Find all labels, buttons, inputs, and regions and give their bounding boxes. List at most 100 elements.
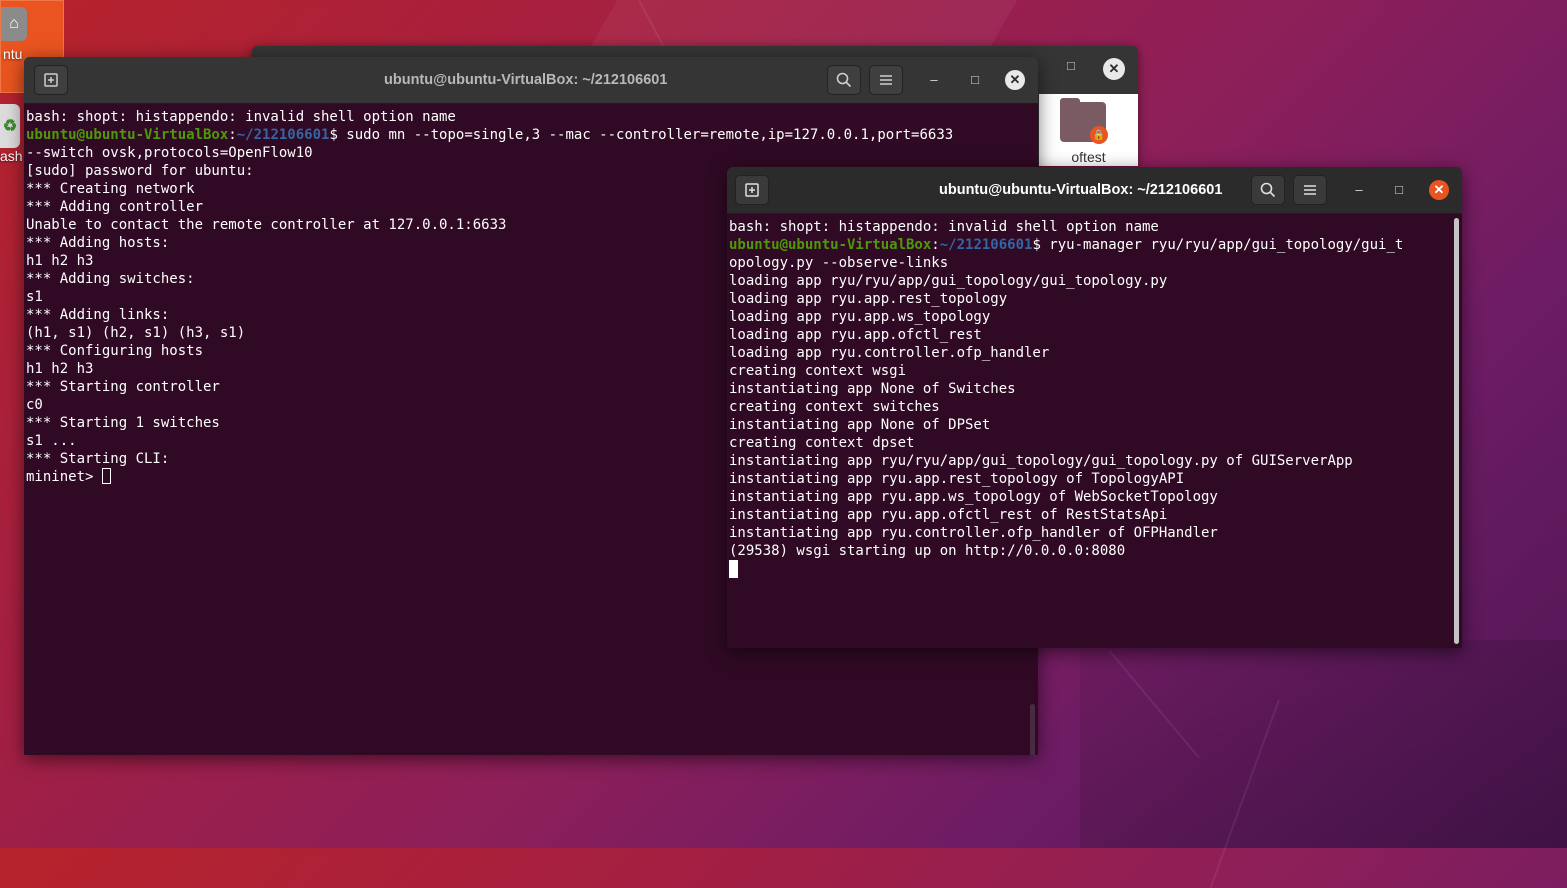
close-icon[interactable]: ✕ [1429,180,1449,200]
menu-button[interactable] [869,65,903,95]
output-text: creating context switches [729,399,940,415]
command-text: $ ryu-manager ryu/ryu/app/gui_topology/g… [1032,237,1404,253]
new-tab-button[interactable] [735,175,769,205]
output-text: creating context wsgi [729,363,907,379]
terminal-line: (29538) wsgi starting up on http://0.0.0… [729,542,1403,560]
output-text: *** Creating network [26,181,195,197]
output-text: (29538) wsgi starting up on http://0.0.0… [729,543,1126,559]
output-text: c0 [26,397,43,413]
output-text: loading app ryu.app.ofctl_rest [729,327,982,343]
output-text: instantiating app ryu.controller.ofp_han… [729,525,1218,541]
background-window-close-icon[interactable]: ✕ [1103,58,1125,80]
terminal-line: instantiating app ryu.app.ws_topology of… [729,488,1403,506]
output-text: loading app ryu.app.ws_topology [729,309,991,325]
output-text: bash: shopt: histappendo: invalid shell … [26,109,456,125]
maximize-icon[interactable]: □ [965,70,985,90]
terminal-line: loading app ryu.app.ws_topology [729,308,1403,326]
terminal-line: ubuntu@ubuntu-VirtualBox:~/212106601$ su… [26,127,954,143]
output-text: [sudo] password for ubuntu: [26,163,254,179]
terminal-line: creating context wsgi [729,362,1403,380]
output-text: *** Starting CLI: [26,451,170,467]
home-folder-icon: ⌂ [1,7,27,41]
output-text: *** Adding switches: [26,271,195,287]
scrollbar[interactable] [1030,704,1035,755]
close-icon[interactable]: ✕ [1005,70,1025,90]
terminal-line: loading app ryu.controller.ofp_handler [729,344,1403,362]
terminal-line: bash: shopt: histappendo: invalid shell … [26,108,953,126]
output-text: instantiating app ryu.app.ofctl_rest of … [729,507,1168,523]
window-title: ubuntu@ubuntu-VirtualBox: ~/212106601 [939,182,1223,198]
command-text: $ sudo mn --topo=single,3 --mac --contro… [329,127,954,143]
terminal-line: loading app ryu.app.ofctl_rest [729,326,1403,344]
terminal-line: instantiating app None of DPSet [729,416,1403,434]
output-text: instantiating app ryu.app.rest_topology … [729,471,1185,487]
terminal-line: creating context dpset [729,434,1403,452]
folder-label[interactable]: oftest [1039,149,1138,165]
desktop-trash-item[interactable]: ♻ ash [0,100,24,170]
desktop-home-label: ntu [3,46,23,62]
terminal-line: --switch ovsk,protocols=OpenFlow10 [26,144,953,162]
prompt-user: ubuntu@ubuntu-VirtualBox [26,127,229,143]
output-text: s1 ... [26,433,77,449]
terminal-line: ubuntu@ubuntu-VirtualBox:~/212106601$ ry… [729,237,1404,253]
output-text: Unable to contact the remote controller … [26,217,507,233]
terminal-window-ryu[interactable]: ubuntu@ubuntu-VirtualBox: ~/212106601 – … [727,167,1462,648]
locked-folder-icon: 🔒 [1060,98,1108,144]
terminal-output[interactable]: bash: shopt: histappendo: invalid shell … [727,214,1462,648]
desktop-trash-label: ash [0,148,23,164]
output-text: (h1, s1) (h2, s1) (h3, s1) [26,325,246,341]
output-text: creating context dpset [729,435,915,451]
output-text: loading app ryu.controller.ofp_handler [729,345,1050,361]
terminal-line: loading app ryu/ryu/app/gui_topology/gui… [729,272,1403,290]
minimize-icon[interactable]: – [1349,180,1369,200]
text-cursor[interactable] [729,560,738,578]
titlebar[interactable]: ubuntu@ubuntu-VirtualBox: ~/212106601 – … [24,57,1038,104]
output-text: *** Starting controller [26,379,220,395]
output-text: opology.py --observe-links [729,255,949,271]
output-text: bash: shopt: histappendo: invalid shell … [729,219,1159,235]
prompt-user: ubuntu@ubuntu-VirtualBox [729,237,932,253]
search-button[interactable] [827,65,861,95]
terminal-line: bash: shopt: histappendo: invalid shell … [729,218,1403,236]
maximize-icon[interactable]: □ [1389,180,1409,200]
search-button[interactable] [1251,175,1285,205]
output-text: loading app ryu/ryu/app/gui_topology/gui… [729,273,1168,289]
output-text: *** Adding links: [26,307,170,323]
output-text: s1 [26,289,43,305]
output-text: instantiating app None of DPSet [729,417,991,433]
hamburger-menu-icon [1304,185,1316,195]
output-text: *** Starting 1 switches [26,415,220,431]
prompt-path: ~/212106601 [236,127,330,143]
terminal-line: instantiating app None of Switches [729,380,1403,398]
terminal-line: opology.py --observe-links [729,254,1403,272]
new-tab-icon [44,73,58,87]
output-text: --switch ovsk,protocols=OpenFlow10 [26,145,313,161]
titlebar[interactable]: ubuntu@ubuntu-VirtualBox: ~/212106601 – … [727,167,1462,214]
text-cursor[interactable] [101,468,111,484]
terminal-line: instantiating app ryu.controller.ofp_han… [729,524,1403,542]
output-text: h1 h2 h3 [26,253,94,269]
terminal-line: loading app ryu.app.rest_topology [729,290,1403,308]
output-text: loading app ryu.app.rest_topology [729,291,1008,307]
output-text: *** Adding controller [26,199,204,215]
scrollbar[interactable] [1454,218,1459,644]
search-icon [1260,182,1276,198]
prompt-path: ~/212106601 [939,237,1033,253]
output-text: *** Adding hosts: [26,235,170,251]
background-window-maximize-icon[interactable]: □ [1067,59,1079,72]
output-text: *** Configuring hosts [26,343,204,359]
new-tab-button[interactable] [34,65,68,95]
output-text: h1 h2 h3 [26,361,94,377]
terminal-line: instantiating app ryu.app.ofctl_rest of … [729,506,1403,524]
output-text: instantiating app ryu/ryu/app/gui_topolo… [729,453,1353,469]
terminal-lines: bash: shopt: histappendo: invalid shell … [729,218,1403,578]
menu-button[interactable] [1293,175,1327,205]
minimize-icon[interactable]: – [924,70,944,90]
terminal-line: creating context switches [729,398,1403,416]
terminal-line: instantiating app ryu/ryu/app/gui_topolo… [729,452,1403,470]
output-text: instantiating app ryu.app.ws_topology of… [729,489,1218,505]
output-text: mininet> [26,469,102,485]
file-view: 🔒 oftest [1039,94,1138,166]
new-tab-icon [745,183,759,197]
terminal-line: instantiating app ryu.app.rest_topology … [729,470,1403,488]
